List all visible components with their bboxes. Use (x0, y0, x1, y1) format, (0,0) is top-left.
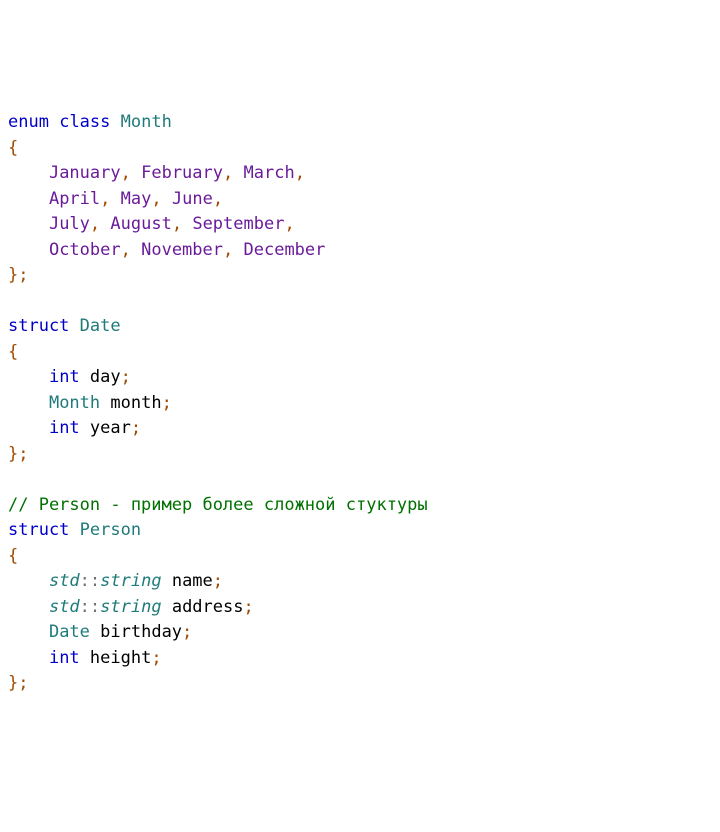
semi: ; (162, 393, 172, 413)
comma: , (151, 189, 161, 209)
enum-december: December (244, 240, 326, 260)
type-string: string (100, 597, 161, 617)
field-birthday: birthday (100, 622, 182, 642)
comma: , (223, 240, 233, 260)
enum-april: April (49, 189, 100, 209)
enum-january: January (49, 163, 121, 183)
double-colon: :: (80, 597, 100, 617)
namespace-std: std (49, 571, 80, 591)
comma: , (90, 214, 100, 234)
type-date: Date (49, 622, 90, 642)
brace-close-semi: }; (8, 673, 28, 693)
enum-october: October (49, 240, 121, 260)
namespace-std: std (49, 597, 80, 617)
brace-open: { (8, 546, 18, 566)
field-height: height (90, 648, 151, 668)
comma: , (121, 163, 131, 183)
field-month: month (110, 393, 161, 413)
code-block: enum class Month { January, February, Ma… (8, 110, 712, 697)
keyword-struct: struct (8, 316, 69, 336)
comma: , (223, 163, 233, 183)
enum-may: May (121, 189, 152, 209)
keyword-int: int (49, 418, 80, 438)
enum-november: November (141, 240, 223, 260)
brace-close-semi: }; (8, 444, 28, 464)
semi: ; (131, 418, 141, 438)
enum-march: March (244, 163, 295, 183)
semi: ; (243, 597, 253, 617)
keyword-class: class (59, 112, 110, 132)
comma: , (121, 240, 131, 260)
comma: , (295, 163, 305, 183)
brace-open: { (8, 342, 18, 362)
double-colon: :: (80, 571, 100, 591)
enum-september: September (192, 214, 284, 234)
comment-person: // Person - пример более сложной стуктур… (8, 495, 428, 515)
field-address: address (172, 597, 244, 617)
enum-june: June (172, 189, 213, 209)
type-person: Person (80, 520, 141, 540)
semi: ; (213, 571, 223, 591)
comma: , (213, 189, 223, 209)
field-name: name (172, 571, 213, 591)
semi: ; (182, 622, 192, 642)
brace-close-semi: }; (8, 265, 28, 285)
comma: , (100, 189, 110, 209)
enum-february: February (141, 163, 223, 183)
semi: ; (121, 367, 131, 387)
enum-july: July (49, 214, 90, 234)
type-string: string (100, 571, 161, 591)
comma: , (284, 214, 294, 234)
semi: ; (151, 648, 161, 668)
keyword-struct: struct (8, 520, 69, 540)
type-month: Month (121, 112, 172, 132)
keyword-int: int (49, 367, 80, 387)
brace-open: { (8, 138, 18, 158)
keyword-int: int (49, 648, 80, 668)
field-day: day (90, 367, 121, 387)
enum-august: August (110, 214, 171, 234)
type-date: Date (80, 316, 121, 336)
field-year: year (90, 418, 131, 438)
comma: , (172, 214, 182, 234)
keyword-enum: enum (8, 112, 49, 132)
type-month: Month (49, 393, 100, 413)
